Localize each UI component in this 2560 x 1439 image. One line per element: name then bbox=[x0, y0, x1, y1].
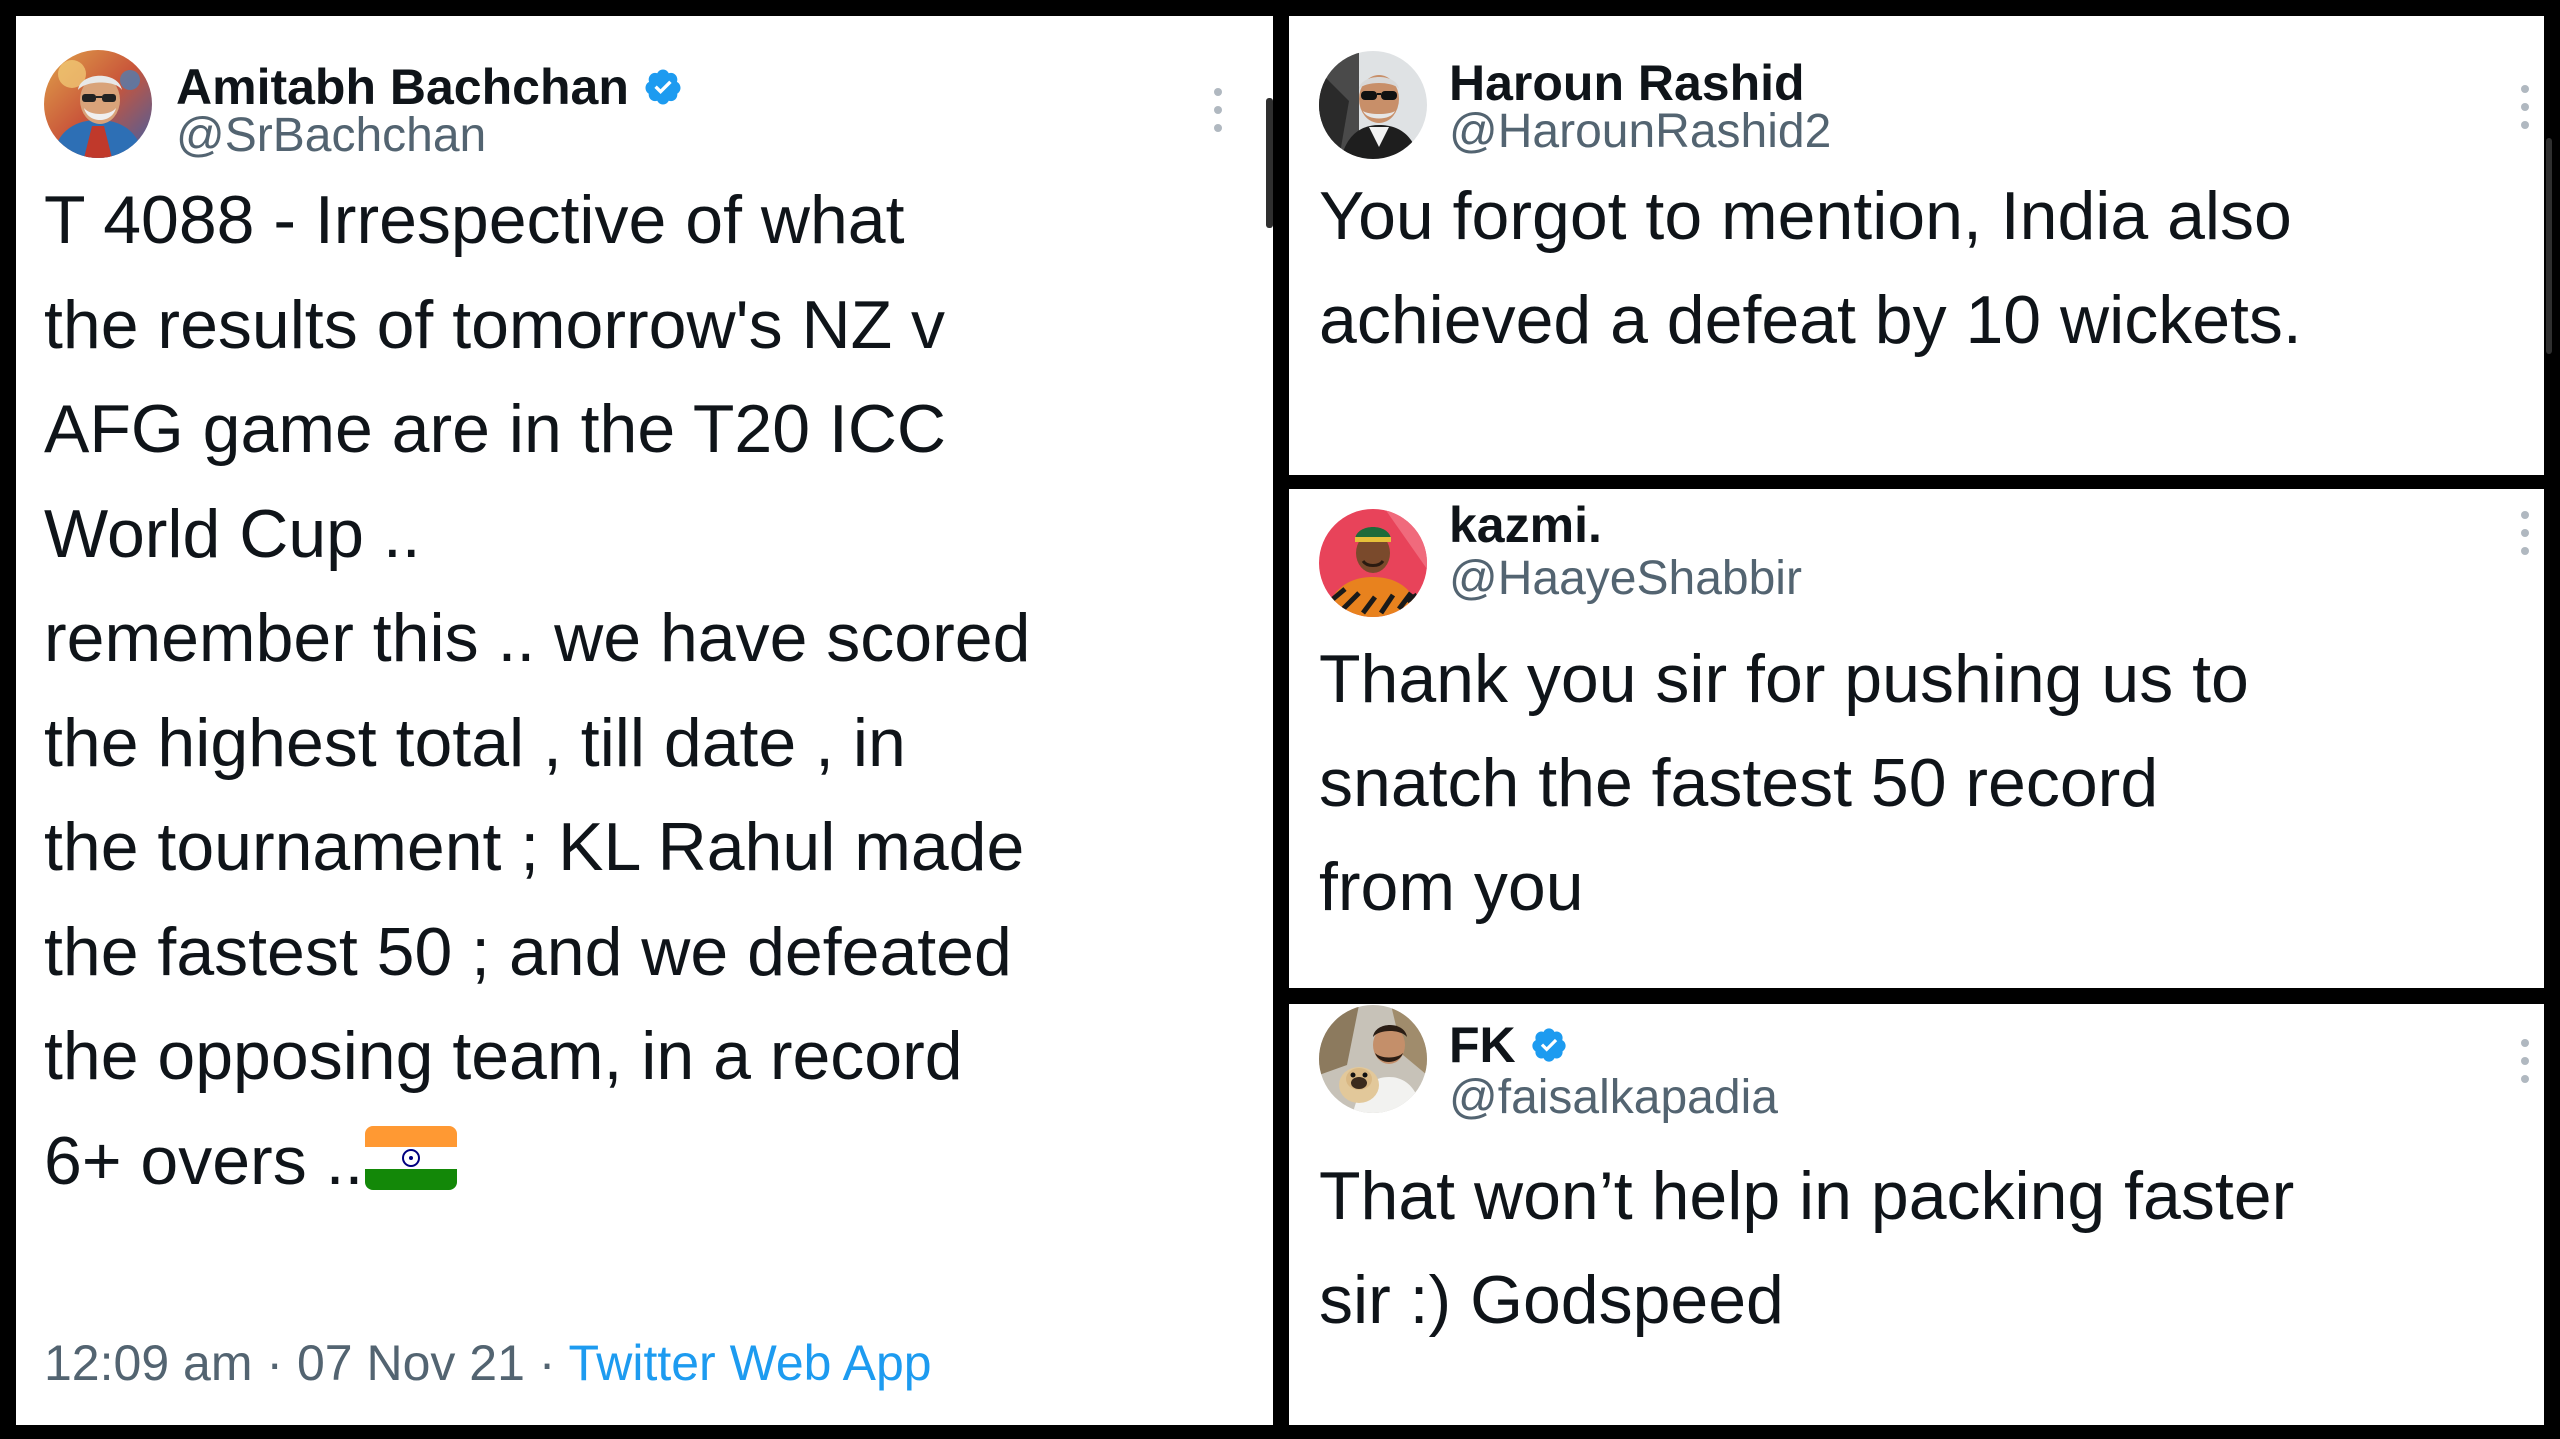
tweet-source-link[interactable]: Twitter Web App bbox=[568, 1335, 931, 1391]
scrollbar-thumb[interactable] bbox=[1266, 98, 1273, 228]
avatar-haroun-rashid[interactable] bbox=[1319, 51, 1427, 159]
more-options-icon[interactable] bbox=[2519, 511, 2531, 555]
tweet-text: Thank you sir for pushing us to snatch t… bbox=[1319, 641, 2249, 925]
tweet-body: T 4088 - Irrespective of what the result… bbox=[44, 168, 1264, 1213]
author-row: FK bbox=[1449, 1016, 1568, 1074]
scrollbar-thumb[interactable] bbox=[2546, 138, 2552, 354]
author-handle[interactable]: @SrBachchan bbox=[176, 108, 486, 163]
tweet-meta: 12:09 am · 07 Nov 21 · Twitter Web App bbox=[44, 1334, 932, 1392]
reply-tweet-card: FK @faisalkapadia That won’t help in pac… bbox=[1289, 1004, 2544, 1425]
author-handle[interactable]: @HaayeShabbir bbox=[1449, 551, 1802, 606]
main-tweet-card: Amitabh Bachchan @SrBachchan T 4088 - Ir… bbox=[16, 16, 1273, 1425]
avatar-kazmi[interactable] bbox=[1319, 509, 1427, 617]
verified-badge-icon bbox=[1530, 1026, 1568, 1064]
india-flag-icon bbox=[365, 1125, 458, 1190]
author-display-name[interactable]: kazmi. bbox=[1449, 496, 1602, 554]
author-row: kazmi. bbox=[1449, 496, 1602, 554]
tweet-time[interactable]: 12:09 am bbox=[44, 1335, 252, 1391]
author-handle[interactable]: @faisalkapadia bbox=[1449, 1070, 1778, 1125]
author-handle[interactable]: @HarounRashid2 bbox=[1449, 104, 1831, 159]
author-display-name[interactable]: FK bbox=[1449, 1016, 1516, 1074]
avatar-amitabh-bachchan[interactable] bbox=[44, 50, 152, 158]
tweet-text: T 4088 - Irrespective of what the result… bbox=[44, 182, 1031, 1199]
more-options-icon[interactable] bbox=[2519, 1039, 2531, 1083]
tweet-text: That won’t help in packing faster sir :)… bbox=[1319, 1158, 2295, 1338]
verified-badge-icon bbox=[643, 67, 683, 107]
meta-separator: · bbox=[266, 1335, 284, 1391]
reply-tweet-card: Haroun Rashid @HarounRashid2 You forgot … bbox=[1289, 16, 2544, 475]
more-options-icon[interactable] bbox=[1212, 88, 1224, 132]
tweet-text: You forgot to mention, India also achiev… bbox=[1319, 178, 2302, 358]
tweet-date[interactable]: 07 Nov 21 bbox=[297, 1335, 525, 1391]
meta-separator: · bbox=[538, 1335, 556, 1391]
avatar-faisal-kapadia[interactable] bbox=[1319, 1005, 1427, 1113]
more-options-icon[interactable] bbox=[2519, 85, 2531, 129]
reply-tweet-card: kazmi. @HaayeShabbir Thank you sir for p… bbox=[1289, 489, 2544, 988]
